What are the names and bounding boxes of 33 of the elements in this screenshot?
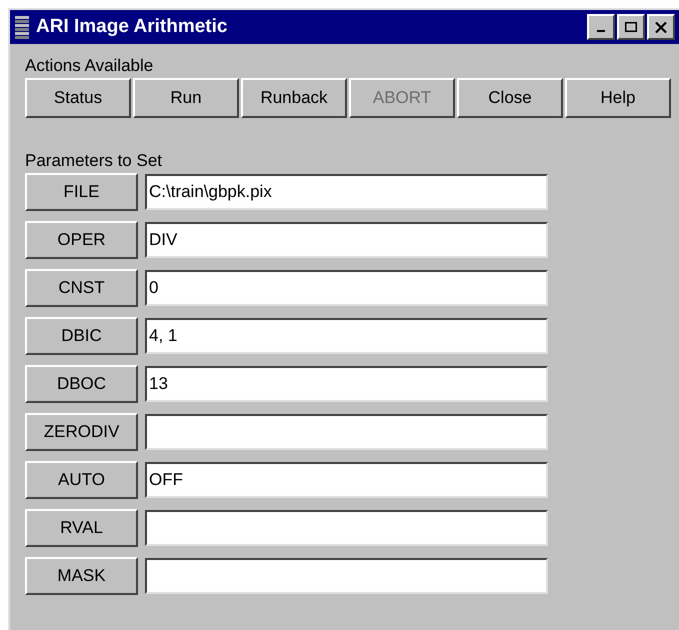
maximize-icon — [625, 22, 637, 32]
parameter-button[interactable]: MASK — [25, 557, 138, 595]
action-button[interactable]: Help — [565, 78, 671, 118]
parameter-button[interactable]: DBOC — [25, 365, 138, 403]
parameter-field[interactable] — [145, 558, 548, 594]
parameter-field[interactable]: 13 — [145, 366, 548, 402]
parameter-button[interactable]: OPER — [25, 221, 138, 259]
parameter-field[interactable]: OFF — [145, 462, 548, 498]
parameter-button[interactable]: RVAL — [25, 509, 138, 547]
action-button[interactable]: Close — [457, 78, 563, 118]
parameter-field[interactable]: DIV — [145, 222, 548, 258]
parameter-button[interactable]: CNST — [25, 269, 138, 307]
parameter-field[interactable]: 0 — [145, 270, 548, 306]
section-label: Parameters to Set — [25, 151, 164, 171]
window-title: ARI Image Arithmetic — [36, 14, 228, 39]
parameter-field[interactable] — [145, 414, 548, 450]
action-button[interactable]: Runback — [241, 78, 347, 118]
parameter-button[interactable]: AUTO — [25, 461, 138, 499]
parameter-button[interactable]: DBIC — [25, 317, 138, 355]
parameter-field[interactable]: C:\train\gbpk.pix — [145, 174, 548, 210]
minimize-button[interactable] — [587, 14, 615, 40]
parameter-field[interactable] — [145, 510, 548, 546]
parameter-button[interactable]: ZERODIV — [25, 413, 138, 451]
section-label: Actions Available — [25, 56, 154, 76]
app-icon — [14, 15, 30, 39]
maximize-button[interactable] — [617, 14, 645, 40]
parameter-field[interactable]: 4, 1 — [145, 318, 548, 354]
action-button[interactable]: Status — [25, 78, 131, 118]
close-icon — [655, 22, 667, 32]
action-button[interactable]: Run — [133, 78, 239, 118]
minimize-icon — [597, 30, 605, 32]
parameter-button[interactable]: FILE — [25, 173, 138, 211]
close-button[interactable] — [647, 14, 675, 40]
